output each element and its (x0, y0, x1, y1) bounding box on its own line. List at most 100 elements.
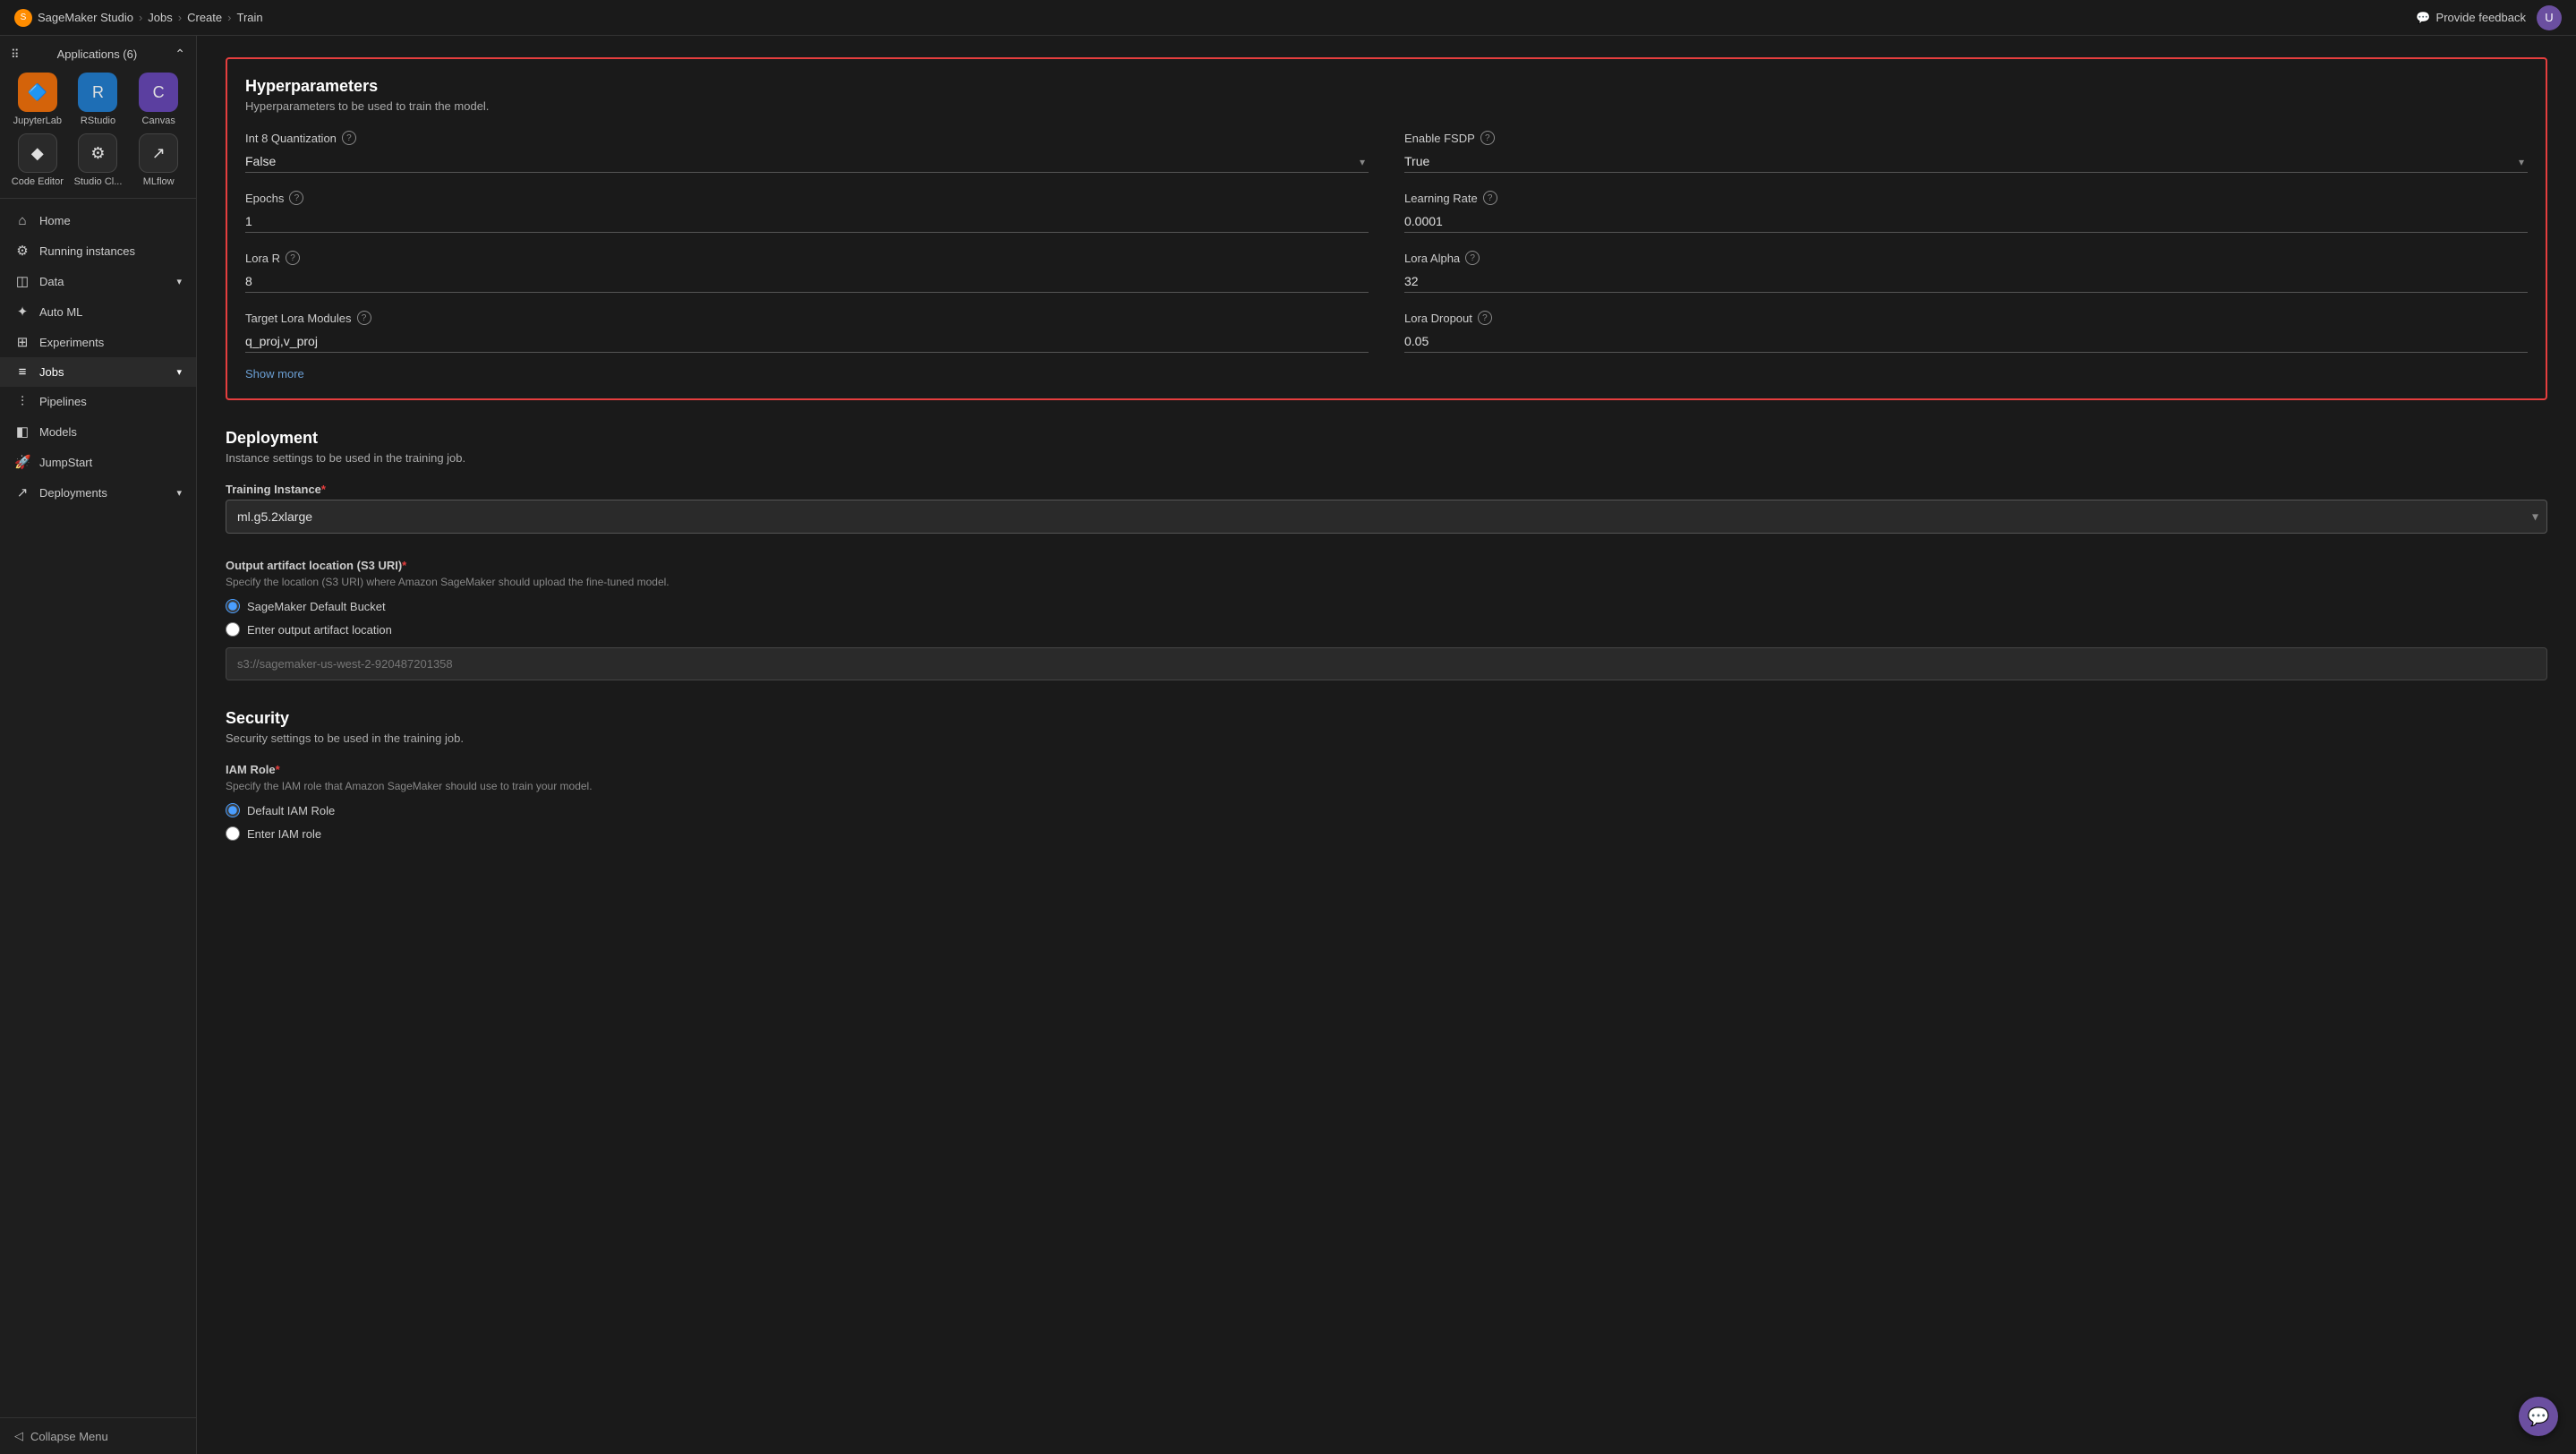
sidebar-item-deployments[interactable]: ↗ Deployments ▾ (0, 477, 196, 508)
app-item-rstudio[interactable]: R RStudio (72, 73, 125, 126)
output-default-bucket-label: SageMaker Default Bucket (247, 600, 386, 613)
deployment-title: Deployment (226, 429, 2547, 448)
learning-rate-input[interactable] (1404, 210, 2528, 233)
target-lora-modules-input[interactable] (245, 330, 1369, 353)
field-int8-quantization: Int 8 Quantization ? False True ▾ (245, 131, 1369, 173)
iam-default-label: Default IAM Role (247, 804, 335, 817)
running-instances-icon: ⚙ (14, 243, 30, 259)
sidebar-item-jumpstart[interactable]: 🚀 JumpStart (0, 447, 196, 477)
avatar[interactable]: U (2537, 5, 2562, 30)
iam-custom-radio[interactable] (226, 826, 240, 841)
field-epochs: Epochs ? (245, 191, 1369, 233)
training-instance-select[interactable]: ml.g5.2xlarge ml.g5.4xlarge ml.g5.8xlarg… (226, 500, 2547, 534)
training-instance-block: Training Instance* ml.g5.2xlarge ml.g5.4… (226, 483, 2547, 534)
feedback-button[interactable]: 💬 Provide feedback (2416, 11, 2526, 25)
int8-help-icon[interactable]: ? (342, 131, 356, 145)
sidebar-item-home[interactable]: ⌂ Home (0, 206, 196, 235)
target-lora-help-icon[interactable]: ? (357, 311, 371, 325)
jumpstart-icon: 🚀 (14, 454, 30, 470)
app-item-canvas[interactable]: C Canvas (132, 73, 185, 126)
iam-role-block: IAM Role* Specify the IAM role that Amaz… (226, 763, 2547, 841)
training-instance-select-wrapper: ml.g5.2xlarge ml.g5.4xlarge ml.g5.8xlarg… (226, 500, 2547, 534)
pipelines-icon: ⫶ (14, 394, 30, 409)
lora-r-input[interactable] (245, 270, 1369, 293)
sidebar-item-models[interactable]: ◧ Models (0, 416, 196, 447)
mlflow-label: MLflow (143, 176, 175, 187)
breadcrumb-create[interactable]: Create (187, 11, 222, 24)
app-item-mlflow[interactable]: ↗ MLflow (132, 133, 185, 187)
sidebar-item-jobs[interactable]: ≡ Jobs ▾ (0, 357, 196, 387)
epochs-input[interactable] (245, 210, 1369, 233)
output-custom-location-radio[interactable] (226, 622, 240, 637)
output-custom-location-option[interactable]: Enter output artifact location (226, 622, 2547, 637)
sidebar-item-running-instances[interactable]: ⚙ Running instances (0, 235, 196, 266)
feedback-icon: 💬 (2416, 11, 2430, 25)
field-epochs-label: Epochs ? (245, 191, 1369, 205)
topbar-right: 💬 Provide feedback U (2416, 5, 2562, 30)
security-section: Security Security settings to be used in… (226, 709, 2547, 841)
breadcrumb: S SageMaker Studio › Jobs › Create › Tra… (14, 9, 263, 27)
nav-section: ⌂ Home ⚙ Running instances ◫ Data ▾ ✦ Au… (0, 199, 196, 515)
app-item-jupyterlab[interactable]: 🔷 JupyterLab (11, 73, 64, 126)
apps-header: ⠿ Applications (6) ⌃ (11, 47, 185, 62)
output-artifact-radio-group: SageMaker Default Bucket Enter output ar… (226, 599, 2547, 637)
lora-dropout-help-icon[interactable]: ? (1478, 311, 1492, 325)
output-artifact-desc: Specify the location (S3 URI) where Amaz… (226, 576, 2547, 588)
brand-icon: S (14, 9, 32, 27)
chat-bubble-button[interactable]: 💬 (2519, 1397, 2558, 1436)
output-default-bucket-radio[interactable] (226, 599, 240, 613)
sidebar: ⠿ Applications (6) ⌃ 🔷 JupyterLab R RStu… (0, 36, 197, 1454)
sidebar-item-jumpstart-label: JumpStart (39, 456, 92, 469)
iam-role-desc: Specify the IAM role that Amazon SageMak… (226, 780, 2547, 792)
field-lora-r-label: Lora R ? (245, 251, 1369, 265)
deployments-chevron-icon: ▾ (176, 487, 182, 499)
epochs-help-icon[interactable]: ? (289, 191, 303, 205)
app-item-code-editor[interactable]: ◆ Code Editor (11, 133, 64, 187)
mlflow-icon: ↗ (139, 133, 178, 173)
main-content: Hyperparameters Hyperparameters to be us… (197, 36, 2576, 1454)
sidebar-item-home-label: Home (39, 214, 71, 227)
lora-dropout-input[interactable] (1404, 330, 2528, 353)
field-int8-label: Int 8 Quantization ? (245, 131, 1369, 145)
learning-rate-help-icon[interactable]: ? (1483, 191, 1497, 205)
int8-select[interactable]: False True (245, 150, 1369, 173)
automl-icon: ✦ (14, 304, 30, 320)
sidebar-item-automl-label: Auto ML (39, 305, 82, 319)
fsdp-select[interactable]: True False (1404, 150, 2528, 173)
field-lora-alpha: Lora Alpha ? (1404, 251, 2528, 293)
output-artifact-label: Output artifact location (S3 URI)* (226, 559, 2547, 572)
iam-role-required-marker: * (276, 763, 280, 776)
security-desc: Security settings to be used in the trai… (226, 731, 2547, 745)
iam-role-radio-group: Default IAM Role Enter IAM role (226, 803, 2547, 841)
sidebar-item-automl[interactable]: ✦ Auto ML (0, 296, 196, 327)
show-more-button[interactable]: Show more (245, 367, 304, 381)
chat-icon: 💬 (2528, 1406, 2550, 1428)
hyperparameters-form-grid: Int 8 Quantization ? False True ▾ Enab (245, 131, 2528, 353)
iam-default-option[interactable]: Default IAM Role (226, 803, 2547, 817)
sidebar-item-experiments[interactable]: ⊞ Experiments (0, 327, 196, 357)
iam-custom-option[interactable]: Enter IAM role (226, 826, 2547, 841)
collapse-menu-button[interactable]: ◁ Collapse Menu (0, 1417, 196, 1454)
output-required-marker: * (402, 559, 406, 572)
deployments-icon: ↗ (14, 484, 30, 500)
data-icon: ◫ (14, 273, 30, 289)
app-item-studio-classic[interactable]: ⚙ Studio Cl... (72, 133, 125, 187)
fsdp-help-icon[interactable]: ? (1480, 131, 1495, 145)
apps-toggle-button[interactable]: ⌃ (175, 47, 185, 62)
s3-uri-input[interactable] (226, 647, 2547, 680)
sidebar-item-pipelines[interactable]: ⫶ Pipelines (0, 387, 196, 416)
field-learning-rate: Learning Rate ? (1404, 191, 2528, 233)
sidebar-item-data[interactable]: ◫ Data ▾ (0, 266, 196, 296)
brand-label: SageMaker Studio (38, 11, 133, 24)
breadcrumb-jobs[interactable]: Jobs (148, 11, 172, 24)
field-target-lora-modules: Target Lora Modules ? (245, 311, 1369, 353)
lora-r-help-icon[interactable]: ? (286, 251, 300, 265)
lora-alpha-input[interactable] (1404, 270, 2528, 293)
field-lora-dropout: Lora Dropout ? (1404, 311, 2528, 353)
output-custom-location-label: Enter output artifact location (247, 623, 392, 637)
output-default-bucket-option[interactable]: SageMaker Default Bucket (226, 599, 2547, 613)
output-artifact-block: Output artifact location (S3 URI)* Speci… (226, 559, 2547, 680)
lora-alpha-help-icon[interactable]: ? (1465, 251, 1480, 265)
hyperparameters-title: Hyperparameters (245, 77, 2528, 96)
iam-default-radio[interactable] (226, 803, 240, 817)
